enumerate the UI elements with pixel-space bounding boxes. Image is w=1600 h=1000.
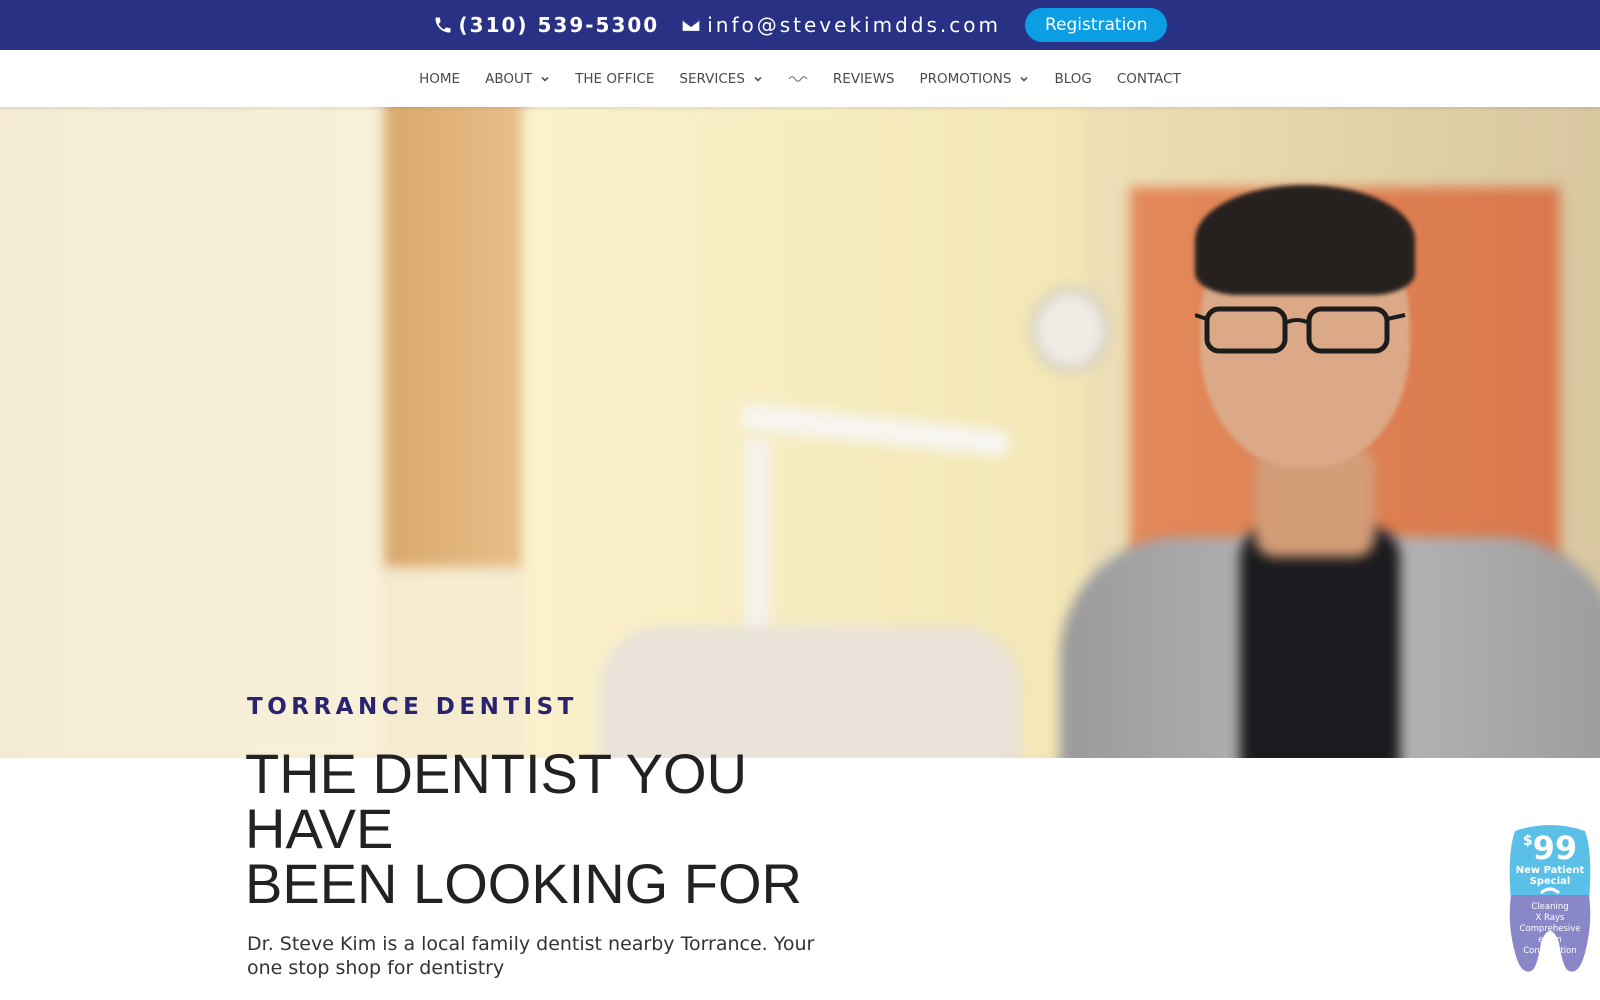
- hero-wood-panel: [385, 107, 525, 567]
- chevron-down-icon: [541, 76, 549, 82]
- hero-wall-light: [0, 107, 380, 758]
- nav-item-label: PROMOTIONS: [919, 70, 1012, 87]
- nav-item-reviews[interactable]: REVIEWS: [820, 71, 907, 87]
- chevron-down-icon: [754, 76, 762, 82]
- email-link[interactable]: info@stevekimdds.com: [681, 13, 1001, 37]
- badge-item: exam: [1538, 935, 1562, 945]
- nav-item-promotions[interactable]: PROMOTIONS: [907, 71, 1042, 87]
- hero-dentist-glasses: [1195, 306, 1406, 354]
- nav-item-services[interactable]: SERVICES: [667, 71, 775, 87]
- badge-item: Cleaning: [1531, 902, 1569, 912]
- hero-dental-chair: [600, 627, 1020, 758]
- nav-item-label: THE OFFICE: [575, 70, 655, 87]
- hero-headline: THE DENTIST YOU HAVE BEEN LOOKING FOR: [245, 746, 845, 912]
- badge-title-line2: Special: [1529, 876, 1571, 887]
- nav-item-label: BLOG: [1054, 70, 1092, 87]
- badge-title-line1: New Patient: [1515, 865, 1585, 876]
- phone-number: (310) 539-5300: [458, 13, 660, 37]
- badge-price-number: 99: [1532, 829, 1578, 867]
- hero-eyebrow: TORRANCE DENTIST: [247, 694, 578, 720]
- hero-dentist-shirt: [1240, 527, 1400, 758]
- nav-item-label: ABOUT: [485, 70, 533, 87]
- chevron-down-icon: [1020, 76, 1029, 82]
- nav-item-home[interactable]: HOME: [407, 71, 473, 87]
- badge-currency: $: [1522, 833, 1533, 849]
- new-patient-special-badge[interactable]: $99 New Patient Special Cleaning X Rays …: [1507, 823, 1593, 975]
- envelope-icon: [682, 19, 700, 31]
- nav-item-the-office[interactable]: THE OFFICE: [563, 71, 667, 87]
- badge-items: Cleaning X Rays Comprehesive exam Consul…: [1507, 902, 1593, 957]
- badge-item: Comprehesive: [1519, 924, 1581, 934]
- nav-item-label: HOME: [419, 70, 461, 87]
- phone-icon: [435, 17, 451, 33]
- registration-button[interactable]: Registration: [1024, 8, 1168, 42]
- hero-headline-line1: THE DENTIST YOU: [245, 742, 748, 805]
- hero-headline-line2: HAVE: [245, 797, 394, 860]
- main-navigation: HOME ABOUT THE OFFICE SERVICES REVIEWS P…: [0, 50, 1600, 107]
- hero-image: [0, 107, 1600, 758]
- top-contact-bar: (310) 539-5300 info@stevekimdds.com Regi…: [0, 0, 1600, 50]
- hero-dentist-hair: [1195, 185, 1415, 295]
- nav-item-label: CONTACT: [1116, 70, 1181, 87]
- email-address: info@stevekimdds.com: [707, 13, 1001, 37]
- badge-price: $99: [1507, 829, 1593, 867]
- nav-item-label: REVIEWS: [832, 70, 895, 87]
- site-logo-icon: [788, 75, 808, 82]
- nav-item-about[interactable]: ABOUT: [473, 71, 563, 87]
- nav-logo[interactable]: [775, 75, 820, 83]
- nav-item-label: SERVICES: [679, 70, 745, 87]
- hero-subtext: Dr. Steve Kim is a local family dentist …: [247, 933, 815, 979]
- phone-link[interactable]: (310) 539-5300: [433, 13, 660, 37]
- hero-headline-line3: BEEN LOOKING FOR: [245, 852, 802, 915]
- badge-title: New Patient Special: [1507, 865, 1593, 887]
- hero-clock: [1030, 287, 1110, 373]
- badge-item: Consultation: [1523, 946, 1577, 956]
- nav-item-blog[interactable]: BLOG: [1042, 71, 1104, 87]
- nav-item-contact[interactable]: CONTACT: [1104, 71, 1193, 87]
- badge-item: X Rays: [1535, 913, 1565, 923]
